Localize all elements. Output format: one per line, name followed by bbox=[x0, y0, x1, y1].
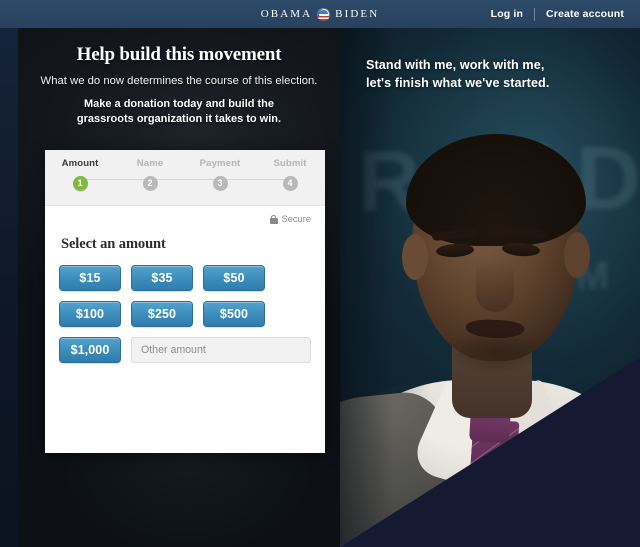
amount-button-35[interactable]: $35 bbox=[131, 265, 193, 291]
nav-separator bbox=[534, 7, 536, 21]
create-account-link[interactable]: Create account bbox=[546, 8, 624, 20]
lock-icon bbox=[269, 214, 278, 224]
logo-text-obama: OBAMA bbox=[260, 7, 313, 20]
hero-quote: Stand with me, work with me, let's finis… bbox=[366, 56, 626, 93]
hero-subtitle: What we do now determines the course of … bbox=[40, 75, 318, 87]
amount-button-100[interactable]: $100 bbox=[59, 301, 121, 327]
amount-button-50[interactable]: $50 bbox=[203, 265, 265, 291]
amount-button-500[interactable]: $500 bbox=[203, 301, 265, 327]
step-number: 3 bbox=[212, 176, 228, 191]
select-amount-title: Select an amount bbox=[61, 236, 166, 252]
step-label: Name bbox=[136, 158, 164, 169]
step-number: 4 bbox=[282, 176, 298, 191]
card-header: Amount 1 Name 2 Payment 3 Submit 4 bbox=[45, 150, 325, 206]
step-submit[interactable]: Submit 4 bbox=[255, 158, 325, 191]
nav-links: Log in Create account bbox=[491, 0, 624, 28]
hair bbox=[406, 134, 586, 246]
step-label: Payment bbox=[199, 158, 241, 169]
step-number: 2 bbox=[142, 176, 158, 191]
page-title: Help build this movement bbox=[76, 44, 282, 65]
top-navbar: OBAMA BIDEN Log in Create account bbox=[0, 0, 640, 28]
secure-label: Secure bbox=[281, 214, 311, 224]
donation-card: Amount 1 Name 2 Payment 3 Submit 4 Secur… bbox=[45, 150, 325, 453]
step-payment[interactable]: Payment 3 bbox=[185, 158, 290, 191]
other-amount-input[interactable] bbox=[131, 337, 311, 363]
step-number: 1 bbox=[72, 176, 88, 191]
obama-o-logo-icon bbox=[317, 7, 331, 21]
step-connector bbox=[220, 179, 290, 180]
logo-text-biden: BIDEN bbox=[335, 7, 380, 20]
page-root: R W D M M bbox=[0, 0, 640, 547]
hero-copy: Help build this movement What we do now … bbox=[18, 44, 340, 127]
step-name[interactable]: Name 2 bbox=[115, 158, 220, 191]
nose bbox=[476, 260, 514, 312]
quote-line-1: Stand with me, work with me, bbox=[366, 58, 545, 72]
amount-button-250[interactable]: $250 bbox=[131, 301, 193, 327]
amount-row-3: $1,000 bbox=[59, 337, 311, 363]
hero-cta-text: Make a donation today and build the gras… bbox=[76, 98, 282, 125]
step-label: Amount bbox=[61, 158, 99, 169]
login-link[interactable]: Log in bbox=[491, 8, 523, 20]
secure-badge: Secure bbox=[269, 214, 311, 224]
amount-button-1000[interactable]: $1,000 bbox=[59, 337, 121, 363]
amount-button-15[interactable]: $15 bbox=[59, 265, 121, 291]
step-connector bbox=[150, 179, 220, 180]
amount-row-2: $100 $250 $500 bbox=[59, 301, 311, 327]
step-label: Submit bbox=[273, 158, 307, 169]
step-amount[interactable]: Amount 1 bbox=[45, 158, 150, 191]
quote-line-2: let's finish what we've started. bbox=[366, 76, 550, 91]
card-body: Select an amount $15 $35 $50 $100 $250 $… bbox=[45, 236, 325, 363]
amount-row-1: $15 $35 $50 bbox=[59, 265, 311, 291]
ear-left bbox=[402, 234, 428, 280]
ear-right bbox=[564, 232, 590, 278]
progress-steps: Amount 1 Name 2 Payment 3 Submit 4 bbox=[45, 158, 325, 191]
chin-shadow bbox=[444, 328, 548, 374]
left-rail-strip bbox=[0, 28, 18, 547]
step-connector bbox=[80, 179, 150, 180]
